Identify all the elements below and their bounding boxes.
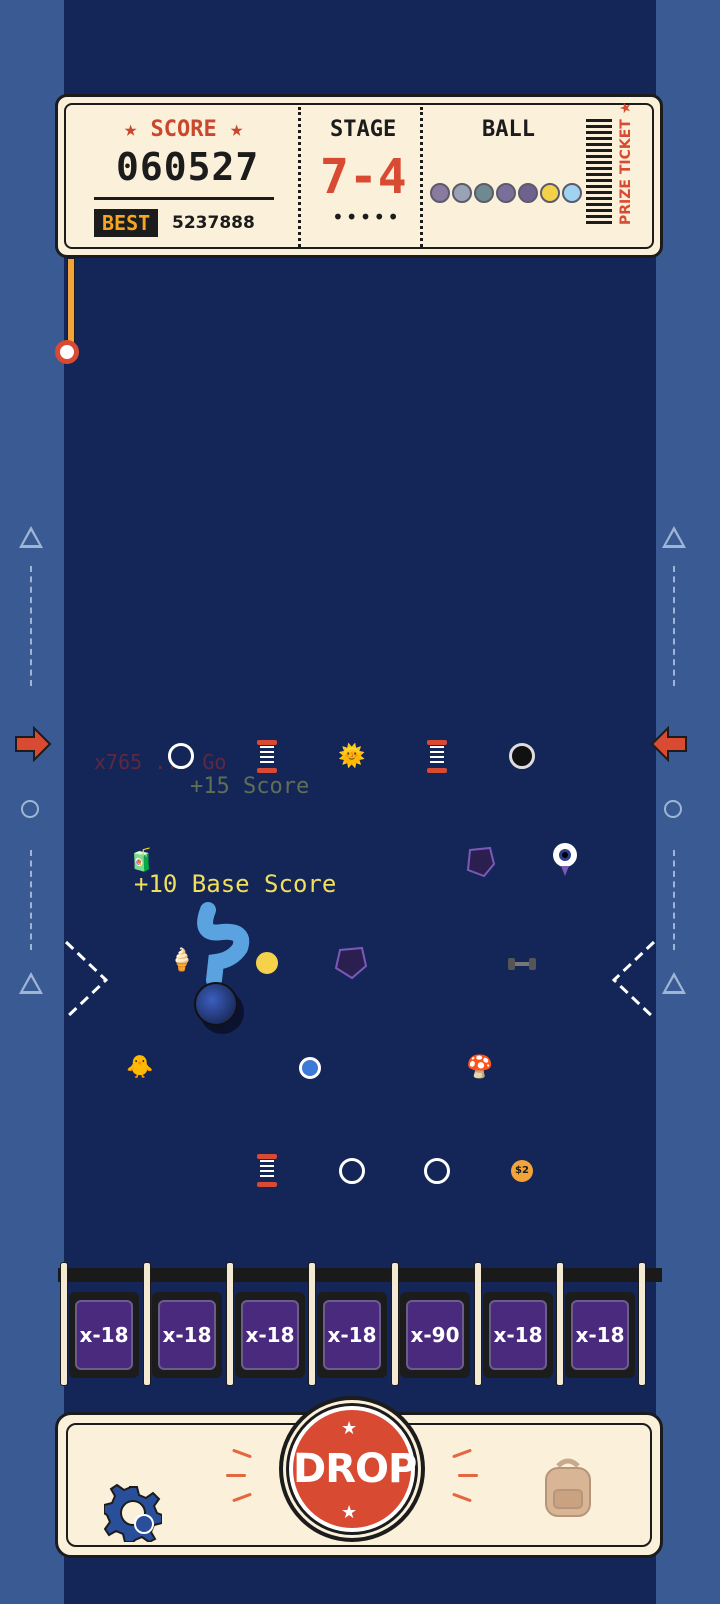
rail-dash	[673, 566, 675, 686]
ray	[458, 1474, 478, 1477]
left-arrow-icon	[650, 725, 687, 763]
bucket-post	[474, 1262, 482, 1386]
up-triangle-icon	[19, 526, 43, 548]
floating-score: +15 Score	[190, 774, 310, 799]
bucket-post	[556, 1262, 564, 1386]
spring-icon	[427, 740, 447, 773]
ball-queue	[430, 183, 582, 203]
bucket-label: x-90	[406, 1300, 464, 1370]
mushroom-icon: 🍄	[466, 1055, 494, 1080]
pull-ring-icon[interactable]	[55, 340, 79, 364]
crystal-rock-icon	[334, 946, 368, 980]
rail-dash	[673, 850, 675, 950]
divider	[94, 197, 274, 200]
multiplier-bucket: x-18	[317, 1292, 387, 1378]
multiplier-buckets: x-18 x-18 x-18 x-18 x-90 x-18 x-18	[58, 1262, 662, 1386]
floating-base-score: +10 Base Score	[134, 870, 337, 898]
stage-value: 7-4	[320, 149, 407, 205]
sun-icon: 🌞	[338, 744, 366, 769]
bucket-post	[60, 1262, 68, 1386]
rail-dash	[30, 566, 32, 686]
right-bumper	[611, 940, 656, 1020]
blue-creature-peg	[299, 1057, 321, 1079]
peg-ring	[339, 1158, 365, 1184]
bucket-post	[391, 1262, 399, 1386]
divider	[298, 107, 301, 247]
ball-icon	[452, 183, 472, 203]
up-triangle-icon	[19, 972, 43, 994]
best-value: 5237888	[172, 213, 255, 233]
player-ball	[194, 982, 238, 1026]
star-icon: ★	[341, 1418, 358, 1439]
multiplier-bucket: x-18	[152, 1292, 222, 1378]
multiplier-bucket: x-18	[235, 1292, 305, 1378]
bucket-label: x-18	[241, 1300, 299, 1370]
pull-string[interactable]	[67, 258, 75, 346]
backpack-icon[interactable]	[536, 1454, 600, 1518]
star-icon: ★	[341, 1502, 358, 1523]
divider	[420, 107, 423, 247]
stage-label: STAGE	[330, 117, 397, 142]
stage-dots: •••••	[332, 205, 401, 229]
ball-icon	[496, 183, 516, 203]
bucket-label: x-18	[75, 1300, 133, 1370]
score-label: ★ SCORE ★	[124, 117, 244, 142]
prize-ticket-label: PRIZE TICKET ★	[618, 101, 634, 225]
score-ticket: ★ SCORE ★ 060527 BEST 5237888 STAGE 7-4 …	[55, 94, 663, 258]
multiplier-bucket: x-18	[483, 1292, 553, 1378]
bucket-label: x-18	[158, 1300, 216, 1370]
ball-icon	[518, 183, 538, 203]
smiley-peg	[256, 952, 278, 974]
right-arrow-icon	[15, 725, 52, 763]
ball-icon	[430, 183, 450, 203]
spring-icon	[257, 740, 277, 773]
multiplier-bucket: x-18	[565, 1292, 635, 1378]
sleeping-face-peg	[509, 743, 535, 769]
spring-icon	[257, 1154, 277, 1187]
ball-icon	[562, 183, 582, 203]
up-triangle-icon	[662, 972, 686, 994]
rail-circle-icon	[21, 800, 39, 818]
chicken-icon: 🐥	[126, 1055, 154, 1080]
question-mark-icon	[197, 902, 250, 988]
bucket-label: x-18	[571, 1300, 629, 1370]
blender-icon: 🧃	[128, 848, 156, 873]
coin-icon: $2	[511, 1160, 533, 1182]
peg-ring	[168, 743, 194, 769]
up-triangle-icon	[662, 526, 686, 548]
bucket-post	[143, 1262, 151, 1386]
barcode-icon	[586, 119, 612, 225]
bucket-post	[308, 1262, 316, 1386]
bucket-post	[226, 1262, 234, 1386]
ray	[226, 1474, 246, 1477]
rail-circle-icon	[664, 800, 682, 818]
best-label: BEST	[94, 209, 159, 237]
ball-icon	[474, 183, 494, 203]
settings-gear-icon[interactable]	[104, 1484, 162, 1542]
left-bumper	[64, 940, 109, 1020]
ball-icon	[540, 183, 560, 203]
bucket-label: x-18	[489, 1300, 547, 1370]
multiplier-bucket: x-18	[69, 1292, 139, 1378]
eyeball-icon	[553, 843, 577, 876]
multiplier-bucket: x-90	[400, 1292, 470, 1378]
crystal-rock-icon	[466, 846, 496, 878]
rail-dash	[30, 850, 32, 950]
bucket-post	[638, 1262, 646, 1386]
bucket-label: x-18	[323, 1300, 381, 1370]
score-value: 060527	[116, 145, 260, 189]
ball-label: BALL	[482, 117, 535, 142]
peg-ring	[424, 1158, 450, 1184]
dumbbell-icon	[508, 958, 536, 970]
floating-text: x765 ... Go	[94, 750, 227, 774]
